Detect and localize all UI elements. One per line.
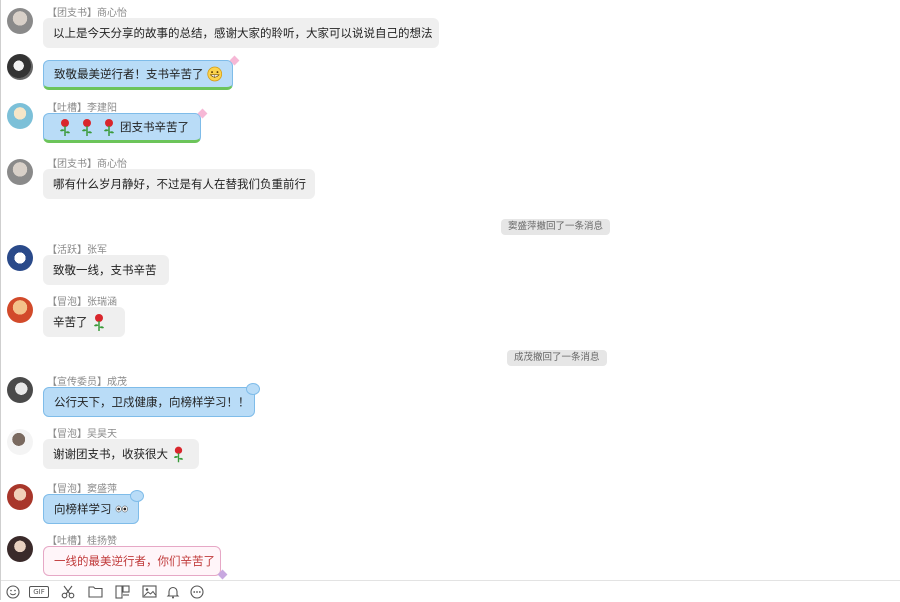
sender-name[interactable]: 【冒泡】窦盛萍 bbox=[47, 480, 117, 495]
recall-notice: 成茂撤回了一条消息 bbox=[507, 350, 607, 366]
sender-name[interactable]: 【冒泡】张瑞涵 bbox=[47, 293, 117, 308]
message-text: 公行天下，卫戍健康，向榜样学习！！ bbox=[54, 395, 250, 409]
smiley-icon[interactable] bbox=[5, 585, 21, 599]
message-bubble[interactable]: 以上是今天分享的故事的总结，感谢大家的聆听，大家可以说说自己的想法 bbox=[43, 18, 439, 48]
avatar[interactable] bbox=[7, 8, 33, 34]
rose-icon bbox=[93, 314, 104, 331]
sparkle-icon bbox=[197, 108, 208, 119]
chat-message-list[interactable]: 【团支书】商心怡 以上是今天分享的故事的总结，感谢大家的聆听，大家可以说说自己的… bbox=[1, 0, 900, 580]
image-icon[interactable] bbox=[141, 585, 157, 599]
message-bubble[interactable]: 向榜样学习 bbox=[43, 490, 144, 524]
avatar[interactable] bbox=[7, 377, 33, 403]
message-text: 致敬一线，支书辛苦 bbox=[53, 263, 157, 277]
avatar[interactable] bbox=[7, 159, 33, 185]
sender-name[interactable]: 【吐槽】桂扬赞 bbox=[47, 532, 117, 547]
message-text: 谢谢团支书，收获很大 bbox=[53, 447, 168, 461]
sender-name[interactable]: 【宣传委员】成茂 bbox=[47, 373, 127, 388]
gif-label: GIF bbox=[29, 586, 49, 598]
avatar[interactable] bbox=[7, 103, 33, 129]
sparkle-icon bbox=[229, 55, 240, 66]
sender-name[interactable]: 【团支书】商心怡 bbox=[47, 155, 127, 170]
avatar[interactable] bbox=[7, 429, 33, 455]
message-bubble[interactable]: 辛苦了 bbox=[43, 307, 125, 337]
message-bubble[interactable]: 致敬一线，支书辛苦 bbox=[43, 255, 169, 285]
message-text: 以上是今天分享的故事的总结，感谢大家的聆听，大家可以说说自己的想法 bbox=[53, 26, 433, 40]
message-text: 致敬最美逆行者！支书辛苦了 bbox=[54, 67, 204, 81]
message-text: 辛苦了 bbox=[53, 315, 88, 329]
avatar[interactable] bbox=[7, 536, 33, 562]
sender-name[interactable]: 【团支书】商心怡 bbox=[47, 4, 127, 19]
avatar[interactable] bbox=[7, 484, 33, 510]
gif-icon[interactable]: GIF bbox=[29, 585, 49, 599]
chat-toolbar: GIF bbox=[1, 580, 900, 600]
eyes-icon bbox=[115, 505, 128, 513]
sender-name[interactable]: 【活跃】张军 bbox=[47, 241, 107, 256]
sender-name[interactable]: 【冒泡】吴昊天 bbox=[47, 425, 117, 440]
message-bubble[interactable]: 公行天下，卫戍健康，向榜样学习！！ bbox=[43, 383, 260, 417]
message-bubble[interactable]: 哪有什么岁月静好，不过是有人在替我们负重前行 bbox=[43, 169, 315, 199]
rose-icon bbox=[173, 446, 184, 463]
sender-name[interactable]: 【吐槽】李建阳 bbox=[47, 99, 117, 114]
message-bubble[interactable]: 一线的最美逆行者，你们辛苦了 bbox=[43, 546, 228, 580]
rose-icon bbox=[60, 119, 70, 136]
more-icon[interactable] bbox=[189, 585, 205, 599]
rose-icon bbox=[104, 119, 114, 136]
message-text: 团支书辛苦了 bbox=[120, 120, 189, 134]
message-bubble[interactable]: 谢谢团支书，收获很大 bbox=[43, 439, 199, 469]
message-text: 哪有什么岁月静好，不过是有人在替我们负重前行 bbox=[53, 177, 306, 191]
bell-icon[interactable] bbox=[165, 585, 181, 599]
scissors-icon[interactable] bbox=[60, 585, 76, 599]
grinning-face-icon bbox=[206, 66, 222, 82]
avatar[interactable] bbox=[7, 297, 33, 323]
avatar[interactable] bbox=[7, 245, 33, 271]
screenshot-icon[interactable] bbox=[114, 585, 130, 599]
folder-icon[interactable] bbox=[87, 585, 103, 599]
message-text: 一线的最美逆行者，你们辛苦了 bbox=[54, 554, 215, 568]
recall-notice: 窦盛萍撤回了一条消息 bbox=[501, 219, 611, 235]
message-bubble[interactable]: 团支书辛苦了 bbox=[43, 108, 208, 143]
sparkle-icon bbox=[217, 569, 228, 580]
message-bubble[interactable]: 致敬最美逆行者！支书辛苦了 bbox=[43, 55, 240, 90]
avatar[interactable] bbox=[7, 54, 33, 80]
rose-icon bbox=[82, 119, 92, 136]
message-text: 向榜样学习 bbox=[54, 502, 112, 516]
